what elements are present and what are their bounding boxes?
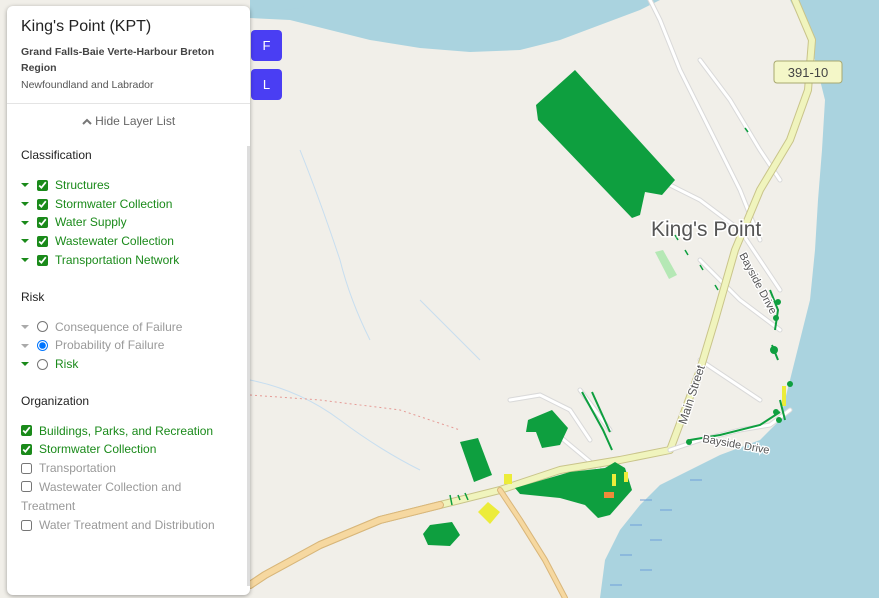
- caret-down-icon[interactable]: [21, 343, 29, 348]
- layer-row-wastewater[interactable]: Wastewater Collection: [7, 232, 250, 251]
- layer-label: Structures: [55, 178, 110, 192]
- panel-header: King's Point (KPT) Grand Falls-Baie Vert…: [7, 6, 250, 104]
- risk-row-probability[interactable]: Probability of Failure: [7, 336, 250, 355]
- page-title: King's Point (KPT): [21, 18, 152, 35]
- risk-label: Probability of Failure: [55, 338, 165, 353]
- caret-down-icon[interactable]: [21, 183, 29, 188]
- layer-checkbox[interactable]: [37, 235, 48, 247]
- chevron-up-icon: [82, 118, 92, 125]
- org-label: Wastewater Collection and Treatment: [21, 479, 182, 513]
- caret-down-icon[interactable]: [21, 239, 29, 244]
- org-row-wastewater[interactable]: Wastewater Collection and Treatment: [7, 478, 250, 516]
- layer-label: Water Supply: [55, 215, 127, 230]
- section-heading-risk: Risk: [21, 289, 45, 304]
- layer-label: Wastewater Collection: [55, 234, 174, 249]
- caret-down-icon[interactable]: [21, 258, 29, 263]
- caret-down-icon[interactable]: [21, 324, 29, 329]
- risk-row-consequence[interactable]: Consequence of Failure: [7, 318, 250, 337]
- caret-down-icon[interactable]: [21, 362, 29, 367]
- org-row-stormwater[interactable]: Stormwater Collection: [7, 440, 250, 459]
- toggle-label: Hide Layer List: [95, 114, 176, 128]
- asset-orange[interactable]: [604, 492, 614, 498]
- l-button[interactable]: L: [251, 69, 282, 100]
- org-checkbox[interactable]: [21, 425, 32, 437]
- org-label: Stormwater Collection: [39, 442, 157, 457]
- org-checkbox[interactable]: [21, 480, 32, 492]
- layer-row-water-supply[interactable]: Water Supply: [7, 213, 250, 232]
- f-button[interactable]: F: [251, 30, 282, 61]
- layer-row-structures[interactable]: Structures: [7, 176, 250, 195]
- asset-yellow-5[interactable]: [782, 386, 786, 406]
- org-row-buildings[interactable]: Buildings, Parks, and Recreation: [7, 422, 250, 441]
- section-heading-classification: Classification: [21, 148, 92, 162]
- layer-label: Transportation Network: [55, 252, 180, 267]
- layer-label: Stormwater Collection: [55, 196, 173, 211]
- org-label: Buildings, Parks, and Recreation: [39, 423, 214, 438]
- town-label: King's Point: [651, 218, 761, 241]
- section-heading-organization: Organization: [21, 393, 90, 408]
- org-label: Transportation: [39, 461, 116, 476]
- asset-yellow-2[interactable]: [504, 474, 512, 484]
- layer-row-stormwater[interactable]: Stormwater Collection: [7, 195, 250, 214]
- province-label: Newfoundland and Labrador: [21, 79, 154, 91]
- risk-row-risk[interactable]: Risk: [7, 355, 250, 374]
- layer-row-transportation[interactable]: Transportation Network: [7, 251, 250, 270]
- asset-yellow-3[interactable]: [612, 474, 616, 486]
- org-checkbox[interactable]: [21, 462, 32, 474]
- org-row-water-treatment[interactable]: Water Treatment and Distribution: [7, 516, 250, 535]
- risk-radio[interactable]: [37, 321, 48, 333]
- layer-checkbox[interactable]: [37, 198, 48, 210]
- layer-checkbox[interactable]: [37, 254, 48, 266]
- panel-scrollbar[interactable]: [247, 146, 250, 586]
- asset-yellow-4[interactable]: [624, 472, 628, 482]
- risk-label: Consequence of Failure: [55, 319, 183, 334]
- route-shield: 391-10: [773, 60, 843, 84]
- caret-down-icon[interactable]: [21, 220, 29, 225]
- risk-label: Risk: [55, 356, 79, 371]
- org-label: Water Treatment and Distribution: [39, 517, 215, 532]
- risk-radio[interactable]: [37, 358, 48, 370]
- org-checkbox[interactable]: [21, 444, 32, 456]
- hide-layer-list-toggle[interactable]: Hide Layer List: [7, 104, 250, 136]
- layer-panel: King's Point (KPT) Grand Falls-Baie Vert…: [7, 6, 250, 595]
- org-row-transportation[interactable]: Transportation: [7, 459, 250, 478]
- layer-checkbox[interactable]: [37, 217, 48, 229]
- risk-radio[interactable]: [37, 340, 48, 352]
- org-checkbox[interactable]: [21, 519, 32, 531]
- layer-checkbox[interactable]: [37, 179, 48, 191]
- caret-down-icon[interactable]: [21, 202, 29, 207]
- region-line-2: Region: [21, 62, 57, 74]
- region-line-1: Grand Falls-Baie Verte-Harbour Breton: [21, 46, 215, 58]
- route-shield-label: 391-10: [788, 65, 828, 80]
